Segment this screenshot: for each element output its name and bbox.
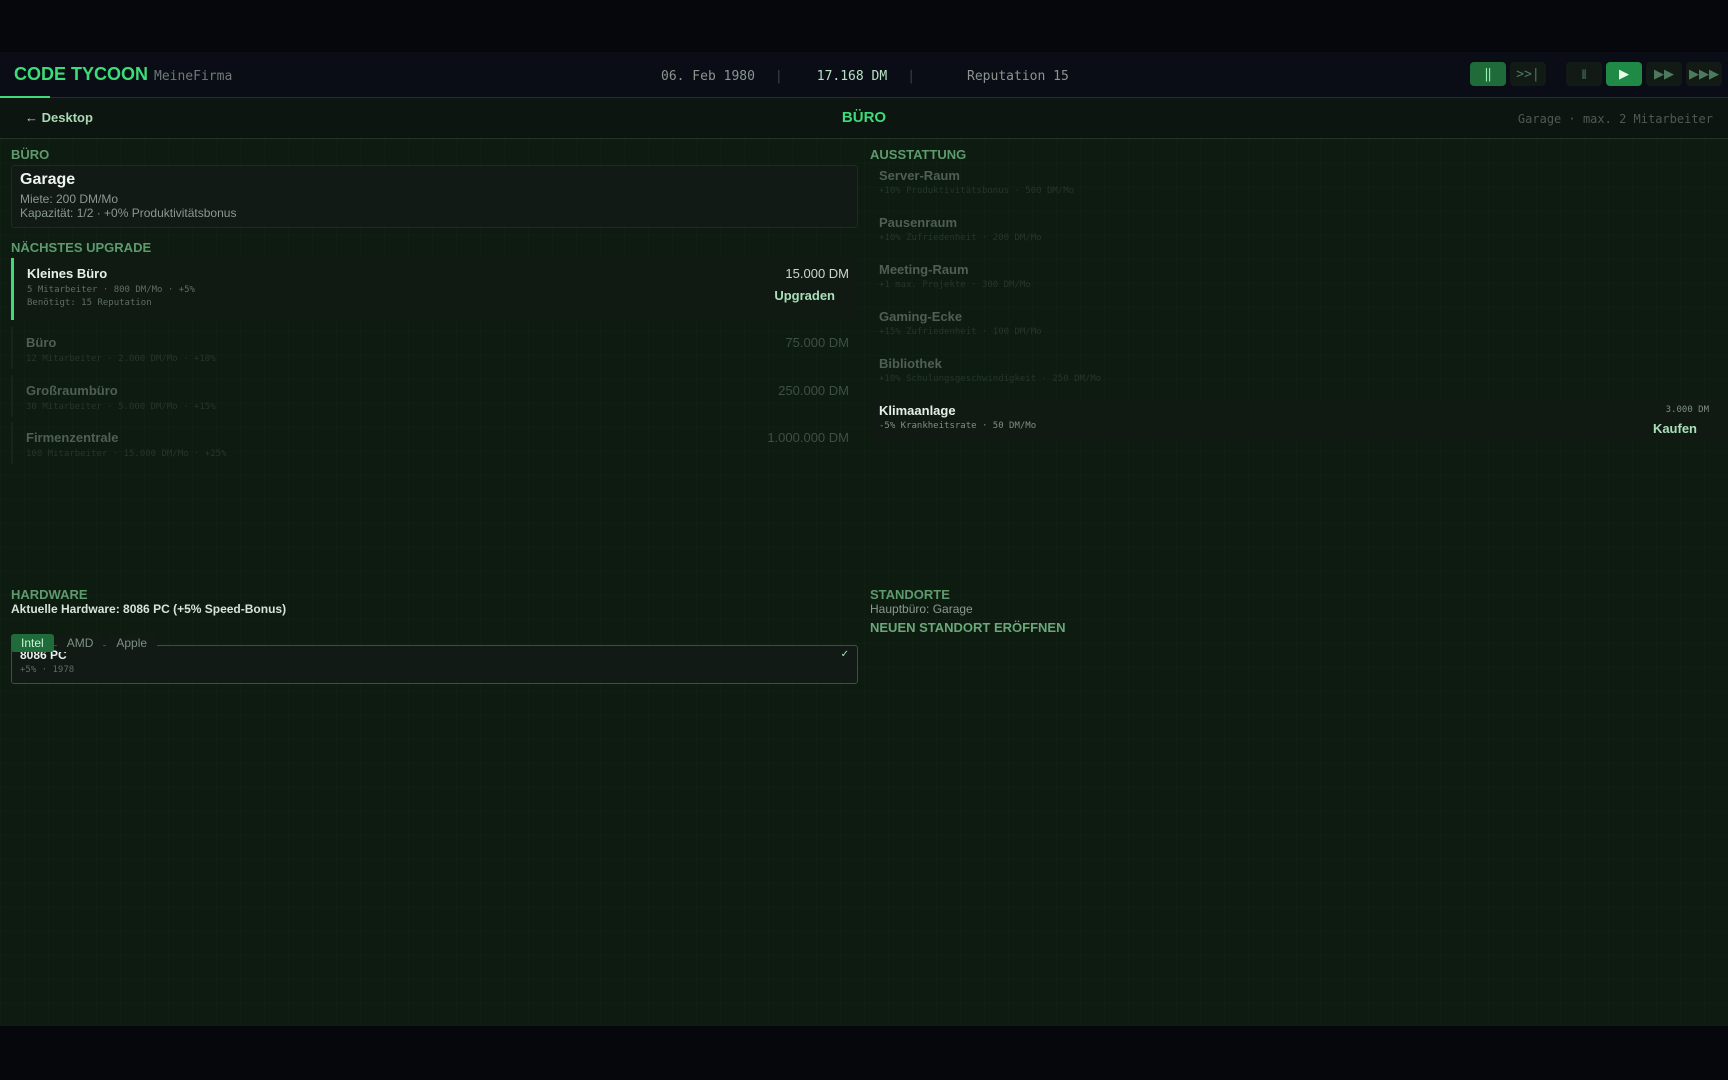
equipment-item: Gaming-Ecke +15% Zufriedenheit · 100 DM/M… <box>870 305 1728 349</box>
equipment-name: Server-Raum <box>879 168 960 183</box>
equipment-name: Meeting-Raum <box>879 262 969 277</box>
fastest-button[interactable]: ▶▶▶ <box>1686 62 1722 86</box>
sub-header: BÜRO ← Desktop Garage · max. 2 Mitarbeit… <box>0 98 1728 139</box>
company-name: MeineFirma <box>154 69 232 84</box>
upgrade-details: 100 Mitarbeiter · 15.000 DM/Mo · +25% <box>26 449 226 459</box>
office-name: Garage <box>20 171 75 189</box>
equipment-item: Meeting-Raum +1 max. Projekte · 300 DM/Mo <box>870 258 1728 302</box>
upgrade-price: 1.000.000 DM <box>767 430 849 445</box>
equipment-heading: AUSSTATTUNG <box>870 147 966 162</box>
top-bar: CODE TYCOON MeineFirma 06. Feb 1980 | 17… <box>0 52 1728 98</box>
separator: | <box>907 69 915 84</box>
money: 17.168 DM <box>817 69 887 84</box>
upgrade-item: Firmenzentrale 100 Mitarbeiter · 15.000 … <box>11 422 857 464</box>
equipment-item: Server-Raum +10% Produktivitätsbonus · 50… <box>870 164 1728 208</box>
upgrade-name: Kleines Büro <box>27 266 107 281</box>
equipment-details: +1 max. Projekte · 300 DM/Mo <box>879 280 1031 290</box>
fast-forward-button[interactable]: ▶▶ <box>1646 62 1682 86</box>
upgrade-name: Büro <box>26 335 56 350</box>
office-screen: BÜRO Garage Miete: 200 DM/Mo Kapazität: … <box>0 139 1728 1026</box>
tab-intel[interactable]: Intel <box>11 634 54 652</box>
upgrade-requirement: Benötigt: 15 Reputation <box>27 298 152 308</box>
open-location-button[interactable]: NEUEN STANDORT ERÖFFNEN <box>870 620 1065 635</box>
equipment-item: Pausenraum +10% Zufriedenheit · 200 DM/Mo <box>870 211 1728 255</box>
pause-button[interactable]: ‖ <box>1470 62 1506 86</box>
equipment-price: 3.000 DM <box>1666 405 1709 415</box>
headquarters: Hauptbüro: Garage <box>870 602 973 616</box>
office-capacity: Kapazität: 1/2 · +0% Produktivitätsbonus <box>20 206 236 220</box>
current-office-card: Garage Miete: 200 DM/Mo Kapazität: 1/2 ·… <box>11 165 858 228</box>
hardware-vendor-tabs: Intel AMD Apple <box>11 634 157 652</box>
equipment-details: +10% Zufriedenheit · 200 DM/Mo <box>879 233 1042 243</box>
upgrade-details: 30 Mitarbeiter · 5.000 DM/Mo · +15% <box>26 402 216 412</box>
equipment-details: -5% Krankheitsrate · 50 DM/Mo <box>879 421 1036 431</box>
upgrade-price: 250.000 DM <box>778 383 849 398</box>
equipment-details: +10% Produktivitätsbonus · 500 DM/Mo <box>879 186 1074 196</box>
upgrade-price: 15.000 DM <box>785 266 849 281</box>
tab-amd[interactable]: AMD <box>57 634 104 652</box>
equipment-name: Gaming-Ecke <box>879 309 962 324</box>
equipment-name: Klimaanlage <box>879 403 956 418</box>
play-button[interactable]: ▶ <box>1606 62 1642 86</box>
equipment-name: Bibliothek <box>879 356 942 371</box>
reputation: Reputation 15 <box>967 69 1069 84</box>
speed-controls: ‖ >>| ‖ ▶ ▶▶ ▶▶▶ <box>1470 62 1722 86</box>
office-info: Garage · max. 2 Mitarbeiter <box>1518 112 1713 126</box>
office-heading: BÜRO <box>11 147 49 162</box>
equipment-details: +15% Zufriedenheit · 100 DM/Mo <box>879 327 1042 337</box>
upgrade-details: 12 Mitarbeiter · 2.000 DM/Mo · +10% <box>26 354 216 364</box>
back-to-desktop-link[interactable]: ← Desktop <box>25 110 93 125</box>
hardware-details: +5% · 1978 <box>20 665 74 675</box>
equipment-item[interactable]: Klimaanlage -5% Krankheitsrate · 50 DM/M… <box>870 399 1728 441</box>
step-button[interactable]: >>| <box>1510 62 1546 86</box>
page-title: BÜRO <box>0 109 1728 126</box>
logo: CODE TYCOON <box>14 64 148 85</box>
separator: | <box>775 69 783 84</box>
locations-heading: STANDORTE <box>870 587 950 602</box>
upgrade-name: Großraumbüro <box>26 383 118 398</box>
current-hardware: Aktuelle Hardware: 8086 PC (+5% Speed-Bo… <box>11 602 286 616</box>
equipment-name: Pausenraum <box>879 215 957 230</box>
upgrade-button[interactable]: Upgraden <box>774 288 835 303</box>
hardware-heading: HARDWARE <box>11 587 88 602</box>
tab-apple[interactable]: Apple <box>106 634 157 652</box>
game-date: 06. Feb 1980 <box>661 69 755 84</box>
upgrade-name: Firmenzentrale <box>26 430 118 445</box>
equipment-item: Bibliothek +10% Schulungsgeschwindigkeit … <box>870 352 1728 396</box>
equipment-details: +10% Schulungsgeschwindigkeit · 250 DM/M… <box>879 374 1101 384</box>
check-icon: ✓ <box>841 649 849 660</box>
office-rent: Miete: 200 DM/Mo <box>20 192 118 206</box>
upgrade-price: 75.000 DM <box>785 335 849 350</box>
upgrade-details: 5 Mitarbeiter · 800 DM/Mo · +5% <box>27 285 195 295</box>
pause-icon-button[interactable]: ‖ <box>1566 62 1602 86</box>
upgrade-heading: NÄCHSTES UPGRADE <box>11 240 151 255</box>
buy-button[interactable]: Kaufen <box>1653 421 1697 436</box>
upgrade-item: Büro 12 Mitarbeiter · 2.000 DM/Mo · +10%… <box>11 327 857 369</box>
status-stats: 06. Feb 1980 | 17.168 DM | Reputation 15 <box>661 69 1069 84</box>
upgrade-item: Großraumbüro 30 Mitarbeiter · 5.000 DM/M… <box>11 375 857 417</box>
upgrade-item[interactable]: Kleines Büro 5 Mitarbeiter · 800 DM/Mo ·… <box>11 258 857 320</box>
